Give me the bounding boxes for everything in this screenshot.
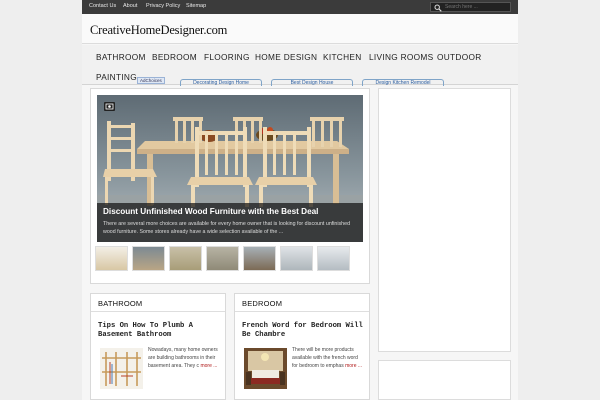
slider-thumbnail[interactable] (280, 246, 313, 271)
featured-slide[interactable]: Discount Unfinished Wood Furniture with … (97, 95, 363, 242)
category-label[interactable]: BEDROOM (242, 299, 282, 308)
ad-link-design-kitchen-remodel[interactable]: Design Kitchen Remodel (362, 79, 444, 86)
slider-thumbnail[interactable] (317, 246, 350, 271)
post-title[interactable]: Tips On How To Plumb A Basement Bathroom (98, 322, 222, 340)
post-excerpt: There will be more products available wi… (292, 346, 364, 370)
slider-thumbnail[interactable] (95, 246, 128, 271)
nav-item-living-rooms[interactable]: LIVING ROOMS (369, 52, 433, 62)
category-label[interactable]: BATHROOM (98, 299, 142, 308)
nav-item-bathroom[interactable]: BATHROOM (96, 52, 146, 62)
more-link[interactable]: more ... (345, 363, 362, 369)
topbar-link-privacy-policy[interactable]: Privacy Policy (146, 3, 180, 9)
site-logo[interactable]: CreativeHomeDesigner.com (90, 23, 227, 38)
slider-thumbnail[interactable] (206, 246, 239, 271)
more-link[interactable]: more ... (200, 363, 217, 369)
nav-item-home-design[interactable]: HOME DESIGN (255, 52, 317, 62)
featured-post-excerpt: There are several more choices are avail… (103, 221, 351, 235)
search-input[interactable] (445, 3, 509, 11)
post-title[interactable]: French Word for Bedroom Will Be Chambre (242, 322, 366, 340)
slide-caption: Discount Unfinished Wood Furniture with … (97, 203, 363, 242)
nav-item-painting[interactable]: PAINTING (96, 72, 137, 82)
camera-icon (104, 102, 115, 111)
slider-thumbnail[interactable] (132, 246, 165, 271)
nav-item-kitchen[interactable]: KITCHEN (323, 52, 362, 62)
category-header: BEDROOM (235, 294, 369, 312)
nav-item-bedroom[interactable]: BEDROOM (152, 52, 197, 62)
slider-thumbnail[interactable] (243, 246, 276, 271)
sidebar-widget (378, 360, 511, 400)
nav-item-flooring[interactable]: FLOORING (204, 52, 250, 62)
post-excerpt: Nowadays, many home owners are building … (148, 346, 220, 370)
adchoices-badge[interactable]: AdChoices (137, 77, 165, 84)
search-box (430, 2, 511, 12)
sidebar-ad[interactable] (378, 88, 511, 352)
topbar-link-contact-us[interactable]: Contact Us (89, 3, 116, 9)
category-header: BATHROOM (91, 294, 225, 312)
category-box-bedroom: BEDROOM French Word for Bedroom Will Be … (234, 293, 370, 400)
featured-post-title[interactable]: Discount Unfinished Wood Furniture with … (103, 207, 318, 216)
site-header: CreativeHomeDesigner.com (82, 14, 518, 44)
post-thumbnail[interactable] (100, 348, 143, 389)
nav-item-outdoor[interactable]: OUTDOOR (437, 52, 482, 62)
topbar-link-sitemap[interactable]: Sitemap (186, 3, 206, 9)
ad-link-best-design-house[interactable]: Best Design House (271, 79, 353, 86)
page-container: Contact Us About Privacy Policy Sitemap … (82, 0, 518, 400)
search-icon[interactable] (434, 4, 442, 12)
ad-link-decorating-design-home[interactable]: Decorating Design Home (180, 79, 262, 86)
slider-thumbnail[interactable] (169, 246, 202, 271)
category-box-bathroom: BATHROOM Tips On How To Plumb A Basement… (90, 293, 226, 400)
topbar-link-about[interactable]: About (123, 3, 137, 9)
post-thumbnail[interactable] (244, 348, 287, 389)
top-bar: Contact Us About Privacy Policy Sitemap (82, 0, 518, 14)
featured-slider: Discount Unfinished Wood Furniture with … (90, 88, 370, 284)
slider-thumbnails (95, 246, 367, 276)
